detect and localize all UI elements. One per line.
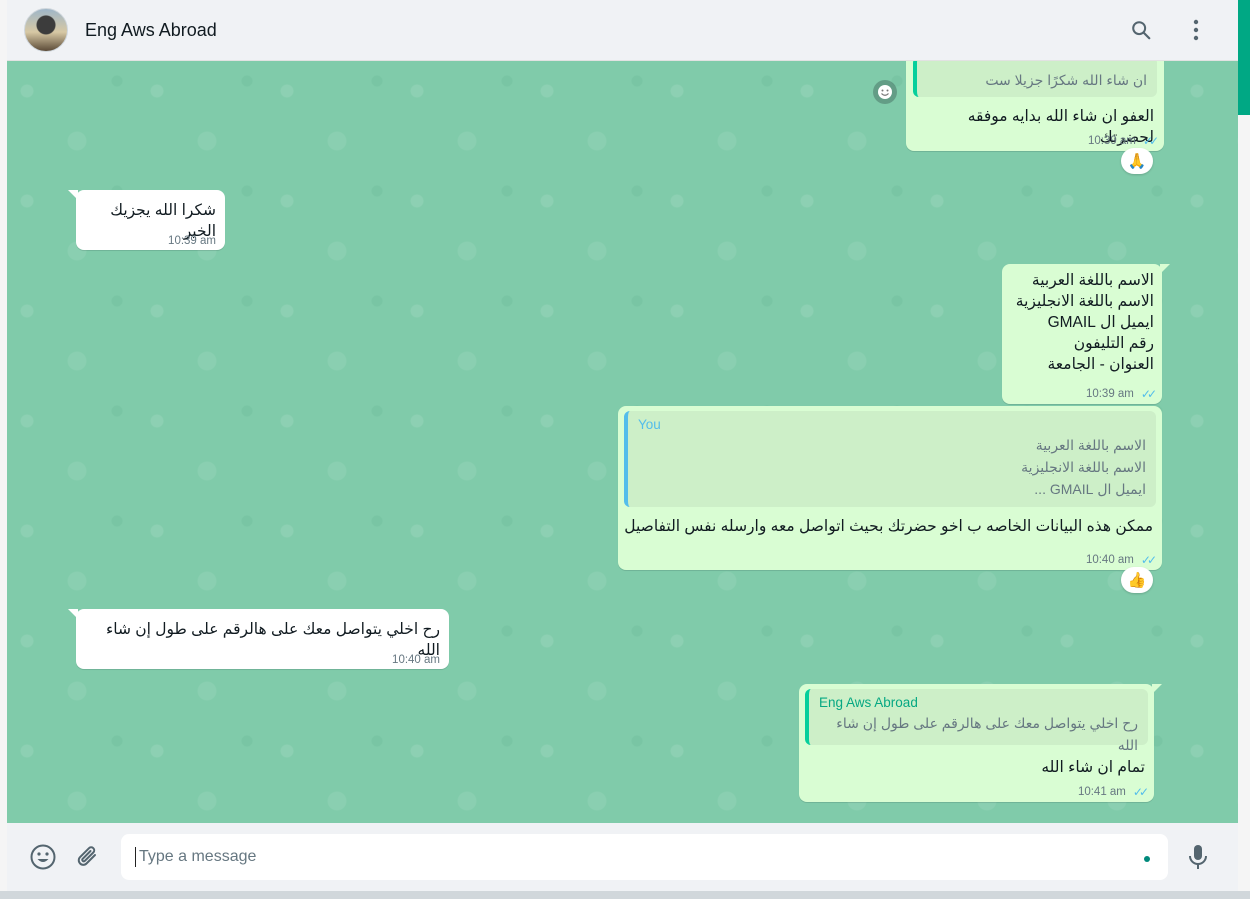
header-actions (1121, 10, 1216, 50)
quote-author: Eng Aws Abroad (819, 695, 918, 710)
message-input[interactable] (135, 847, 1121, 867)
message-meta: 10:40 am ✓✓ (1085, 553, 1157, 567)
bubble-tail (1152, 684, 1162, 694)
message-bubble[interactable]: Eng Aws Abroad رح اخلي يتواصل معك على ها… (799, 684, 1162, 802)
quote-author: You (638, 417, 661, 432)
message-time: 10:39 am (1087, 135, 1136, 147)
menu-icon[interactable] (1176, 10, 1216, 50)
react-emoji-icon[interactable] (873, 80, 897, 104)
read-ticks-icon: ✓✓ (1132, 785, 1149, 799)
quoted-text: رح اخلي يتواصل معك على هالرقم على طول إن… (836, 715, 1138, 753)
message-bubble[interactable]: ان شاء الله شكرًا جزيلا ست العفو ان شاء … (906, 61, 1164, 151)
message-list[interactable]: ان شاء الله شكرًا جزيلا ست العفو ان شاء … (7, 61, 1238, 823)
attach-icon[interactable] (67, 836, 109, 878)
mic-icon[interactable] (1177, 836, 1219, 878)
message-meta: 10:39 am ✓✓ (1087, 134, 1159, 148)
message-line: رقم التليفون (1073, 335, 1154, 352)
window-bottom-border (0, 891, 1250, 899)
message-meta: 10:39 am ✓✓ (1085, 387, 1157, 401)
message-text: رح اخلي يتواصل معك على هالرقم على طول إن… (105, 621, 440, 659)
contact-name[interactable]: Eng Aws Abroad (85, 20, 217, 41)
quoted-message[interactable]: You الاسم باللغة العربية الاسم باللغة ال… (624, 411, 1156, 507)
message-bubble[interactable]: You الاسم باللغة العربية الاسم باللغة ال… (618, 406, 1162, 570)
quoted-message[interactable]: ان شاء الله شكرًا جزيلا ست (913, 61, 1157, 97)
message-bubble[interactable]: شكرا الله يجزيك الخير 10:39 am (68, 190, 225, 250)
chat-header: Eng Aws Abroad (7, 0, 1238, 61)
message-time: 10:39 am (1085, 388, 1134, 400)
quoted-text: ان شاء الله شكرًا جزيلا ست (985, 72, 1147, 88)
scrollbar-track[interactable] (1238, 0, 1250, 899)
read-ticks-icon: ✓✓ (1140, 553, 1157, 567)
status-dot (1144, 856, 1150, 862)
message-meta: 10:39 am (168, 235, 216, 247)
message-meta: 10:40 am (392, 654, 440, 666)
bubble-tail (1160, 264, 1170, 274)
message-text: ممكن هذه البيانات الخاصه ب اخو حضرتك بحي… (624, 518, 1153, 535)
read-ticks-icon: ✓✓ (1142, 134, 1159, 148)
message-text: تمام ان شاء الله (1041, 759, 1145, 776)
reaction-badge[interactable]: 🙏 (1121, 148, 1153, 174)
message-meta: 10:41 am ✓✓ (1077, 785, 1149, 799)
avatar[interactable] (24, 8, 68, 52)
message-time: 10:39 am (168, 235, 216, 247)
scrollbar-thumb[interactable] (1238, 0, 1250, 115)
bubble-tail (68, 190, 78, 200)
quoted-line: الاسم باللغة الانجليزية (1021, 459, 1146, 475)
message-bubble[interactable]: رح اخلي يتواصل معك على هالرقم على طول إن… (68, 609, 449, 669)
message-line: الاسم باللغة العربية (1031, 272, 1154, 289)
message-time: 10:41 am (1077, 786, 1126, 798)
message-line: العنوان - الجامعة (1047, 356, 1154, 373)
read-ticks-icon: ✓✓ (1140, 387, 1157, 401)
emoji-icon[interactable] (22, 836, 64, 878)
whatsapp-chat-window: Eng Aws Abroad ان شاء الله شكرًا جزيلا س… (0, 0, 1250, 899)
message-time: 10:40 am (1085, 554, 1134, 566)
quoted-message[interactable]: Eng Aws Abroad رح اخلي يتواصل معك على ها… (805, 689, 1148, 753)
composer-bar (7, 823, 1238, 891)
quoted-line: ايميل ال GMAIL ... (1034, 481, 1146, 497)
message-bubble[interactable]: الاسم باللغة العربية الاسم باللغة الانجل… (1002, 264, 1170, 404)
search-icon[interactable] (1121, 10, 1161, 50)
message-line: الاسم باللغة الانجليزية (1015, 293, 1154, 310)
message-input-box[interactable] (121, 834, 1168, 880)
message-line: ايميل ال GMAIL (1047, 314, 1154, 331)
message-time: 10:40 am (392, 654, 440, 666)
bubble-tail (68, 609, 78, 619)
quoted-line: الاسم باللغة العربية (1035, 437, 1146, 453)
reaction-badge[interactable]: 👍 (1121, 567, 1153, 593)
